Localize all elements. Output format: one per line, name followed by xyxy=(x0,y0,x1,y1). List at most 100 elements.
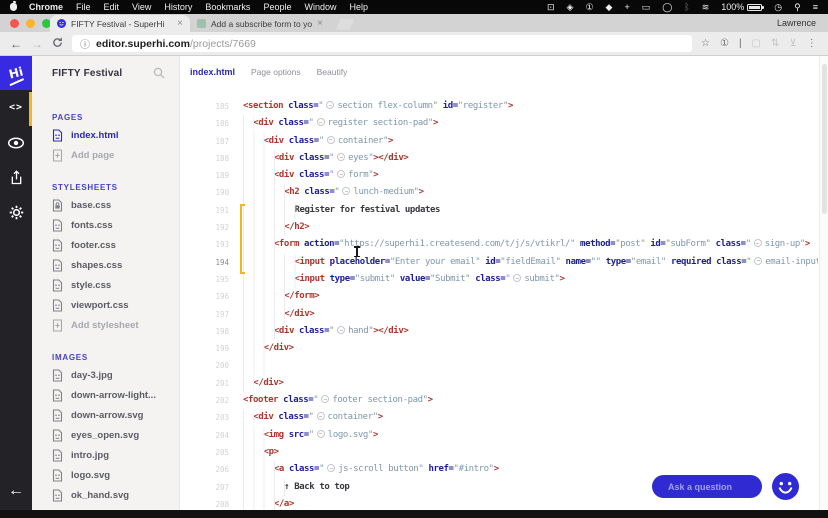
file-item-shapes-css[interactable]: shapes.css xyxy=(32,255,179,275)
screen-share-icon[interactable]: ⊡ xyxy=(547,2,555,13)
tool-code-editor[interactable]: <> xyxy=(0,90,32,125)
reload-icon[interactable] xyxy=(52,37,63,50)
code-line[interactable]: 199 </div> xyxy=(180,340,818,358)
menu-item-window[interactable]: Window xyxy=(304,2,336,12)
file-item-day-3-jpg[interactable]: day-3.jpg xyxy=(32,365,179,385)
menu-item-edit[interactable]: Edit xyxy=(104,2,120,12)
menu-lines-icon[interactable]: ≡ xyxy=(813,2,818,12)
circle-one-icon[interactable]: ① xyxy=(585,2,593,13)
collapse-chip-icon[interactable] xyxy=(316,118,325,127)
bluetooth-icon[interactable]: ᛒ xyxy=(684,2,689,12)
extension-bar-icon[interactable]: | xyxy=(739,38,742,49)
code-line[interactable]: 186 <div class=" register section-pad"> xyxy=(180,115,818,133)
file-item-down-arrow-light[interactable]: down-arrow-light... xyxy=(32,385,179,405)
ask-question-button[interactable]: Ask a question xyxy=(652,475,762,498)
collapse-chip-icon[interactable] xyxy=(342,187,351,196)
tool-settings-gear[interactable] xyxy=(0,195,32,230)
menu-item-view[interactable]: View xyxy=(132,2,151,12)
file-item-down-arrow-svg[interactable]: down-arrow.svg xyxy=(32,405,179,425)
file-item-footer-css[interactable]: footer.css xyxy=(32,235,179,255)
editor-tab-page-options[interactable]: Page options xyxy=(251,67,301,77)
minimize-window-button[interactable] xyxy=(26,19,35,28)
add-item-add-page[interactable]: Add page xyxy=(32,145,179,165)
code-area[interactable]: 185 <section class=" section flex-column" … xyxy=(180,88,818,510)
droplet-icon[interactable]: ◆ xyxy=(606,2,613,13)
collapse-chip-icon[interactable] xyxy=(321,395,330,404)
collapse-chip-icon[interactable] xyxy=(337,170,346,179)
extension-circle-icon[interactable]: ① xyxy=(720,38,729,49)
search-icon[interactable] xyxy=(153,67,165,79)
back-button[interactable]: ← xyxy=(10,38,22,50)
code-line[interactable]: 204 <img src=" logo.svg"> xyxy=(180,426,818,444)
collapse-chip-icon[interactable] xyxy=(754,256,763,265)
wifi-icon[interactable]: ≋ xyxy=(702,2,710,13)
code-line[interactable]: 200 xyxy=(180,357,818,375)
add-item-add-stylesheet[interactable]: Add stylesheet xyxy=(32,315,179,335)
site-info-icon[interactable]: ⓘ xyxy=(80,36,90,51)
code-line[interactable]: 193 <form action="https://superhi1.create… xyxy=(180,236,818,254)
browser-tab-add-a-subscribe-form-to-your[interactable]: Add a subscribe form to your × xyxy=(190,15,330,32)
tab-close-icon[interactable]: × xyxy=(177,18,183,29)
code-line[interactable]: 196 </form> xyxy=(180,288,818,306)
code-line[interactable]: 194 <input placeholder="Enter your email"… xyxy=(180,253,818,271)
extension-faded-icon-3[interactable]: ⊻ xyxy=(789,38,796,49)
browser-menu-icon[interactable]: ⋮ xyxy=(807,38,817,49)
tool-preview-eye[interactable] xyxy=(0,125,32,160)
spotlight-icon[interactable]: ⚲ xyxy=(794,2,801,13)
collapse-chip-icon[interactable] xyxy=(326,135,335,144)
menu-item-people[interactable]: People xyxy=(263,2,291,12)
code-line[interactable]: 189 <div class=" form"> xyxy=(180,167,818,185)
collapse-chip-icon[interactable] xyxy=(337,325,346,334)
code-line[interactable]: 192 </h2> xyxy=(180,219,818,237)
browser-tab-fifty-festival-superhi[interactable]: FIFTY Festival - SuperHi × xyxy=(50,15,190,32)
file-item-eyes-open-svg[interactable]: eyes_open.svg xyxy=(32,425,179,445)
editor-tab-index-html[interactable]: index.html xyxy=(190,67,235,77)
menu-item-chrome[interactable]: Chrome xyxy=(29,2,63,12)
file-item-style-css[interactable]: style.css xyxy=(32,275,179,295)
forward-button[interactable]: → xyxy=(31,38,43,50)
close-window-button[interactable] xyxy=(10,19,19,28)
new-tab-button[interactable] xyxy=(335,19,355,30)
back-arrow-button[interactable]: ← xyxy=(0,482,32,500)
extension-plus-icon[interactable]: + xyxy=(624,2,629,12)
file-item-intro-jpg[interactable]: intro.jpg xyxy=(32,445,179,465)
collapse-chip-icon[interactable] xyxy=(337,152,346,161)
code-line[interactable]: 195 <input type="submit" value="Submit" c… xyxy=(180,270,818,289)
collapse-chip-icon[interactable] xyxy=(513,273,522,282)
profile-name[interactable]: Lawrence xyxy=(777,18,828,28)
file-item-index-html[interactable]: index.html xyxy=(32,125,179,145)
scrollbar-thumb[interactable] xyxy=(821,64,827,214)
code-line[interactable]: 203 <div class=" container"> xyxy=(180,409,818,427)
menu-item-history[interactable]: History xyxy=(164,2,192,12)
collapse-chip-icon[interactable] xyxy=(753,239,762,248)
menu-item-file[interactable]: File xyxy=(76,2,91,12)
code-line[interactable]: 188 <div class=" eyes"></div> xyxy=(180,149,818,168)
address-bar[interactable]: ⓘ editor.superhi.com/projects/7669 xyxy=(72,35,692,52)
code-line[interactable]: 187 <div class=" container"> xyxy=(180,132,818,150)
window-icon[interactable]: ▭ xyxy=(642,2,651,13)
tab-close-icon[interactable]: × xyxy=(317,18,323,29)
code-line[interactable]: 201 </div> xyxy=(180,374,818,393)
superhi-logo[interactable]: Hi xyxy=(0,56,32,90)
battery-indicator[interactable]: 100% xyxy=(721,2,765,12)
code-line[interactable]: 205 <p> xyxy=(180,443,818,462)
code-line[interactable]: 191 Register for festival updates xyxy=(180,201,818,220)
menu-item-bookmarks[interactable]: Bookmarks xyxy=(205,2,250,12)
bookmark-star-icon[interactable]: ☆ xyxy=(701,38,710,49)
collapse-chip-icon[interactable] xyxy=(316,429,325,438)
file-item-logo-svg[interactable]: logo.svg xyxy=(32,465,179,485)
collapse-chip-icon[interactable] xyxy=(316,412,325,421)
help-smiley-icon[interactable] xyxy=(772,473,799,500)
file-item-fonts-css[interactable]: fonts.css xyxy=(32,215,179,235)
file-item-base-css[interactable]: base.css xyxy=(32,195,179,215)
code-line[interactable]: 202 <footer class=" footer section-pad"> xyxy=(180,392,818,409)
extension-faded-icon-1[interactable]: ▢ xyxy=(752,38,761,49)
menu-item-help[interactable]: Help xyxy=(349,2,368,12)
circle-icon[interactable]: ◯ xyxy=(662,2,672,13)
code-line[interactable]: 198 <div class=" hand"></div> xyxy=(180,322,818,341)
tool-share-upload[interactable] xyxy=(0,160,32,195)
extension-faded-icon-2[interactable]: ⇅ xyxy=(771,38,779,49)
file-item-ok-hand-svg[interactable]: ok_hand.svg xyxy=(32,485,179,505)
collapse-chip-icon[interactable] xyxy=(327,464,336,473)
collapse-chip-icon[interactable] xyxy=(326,101,335,109)
